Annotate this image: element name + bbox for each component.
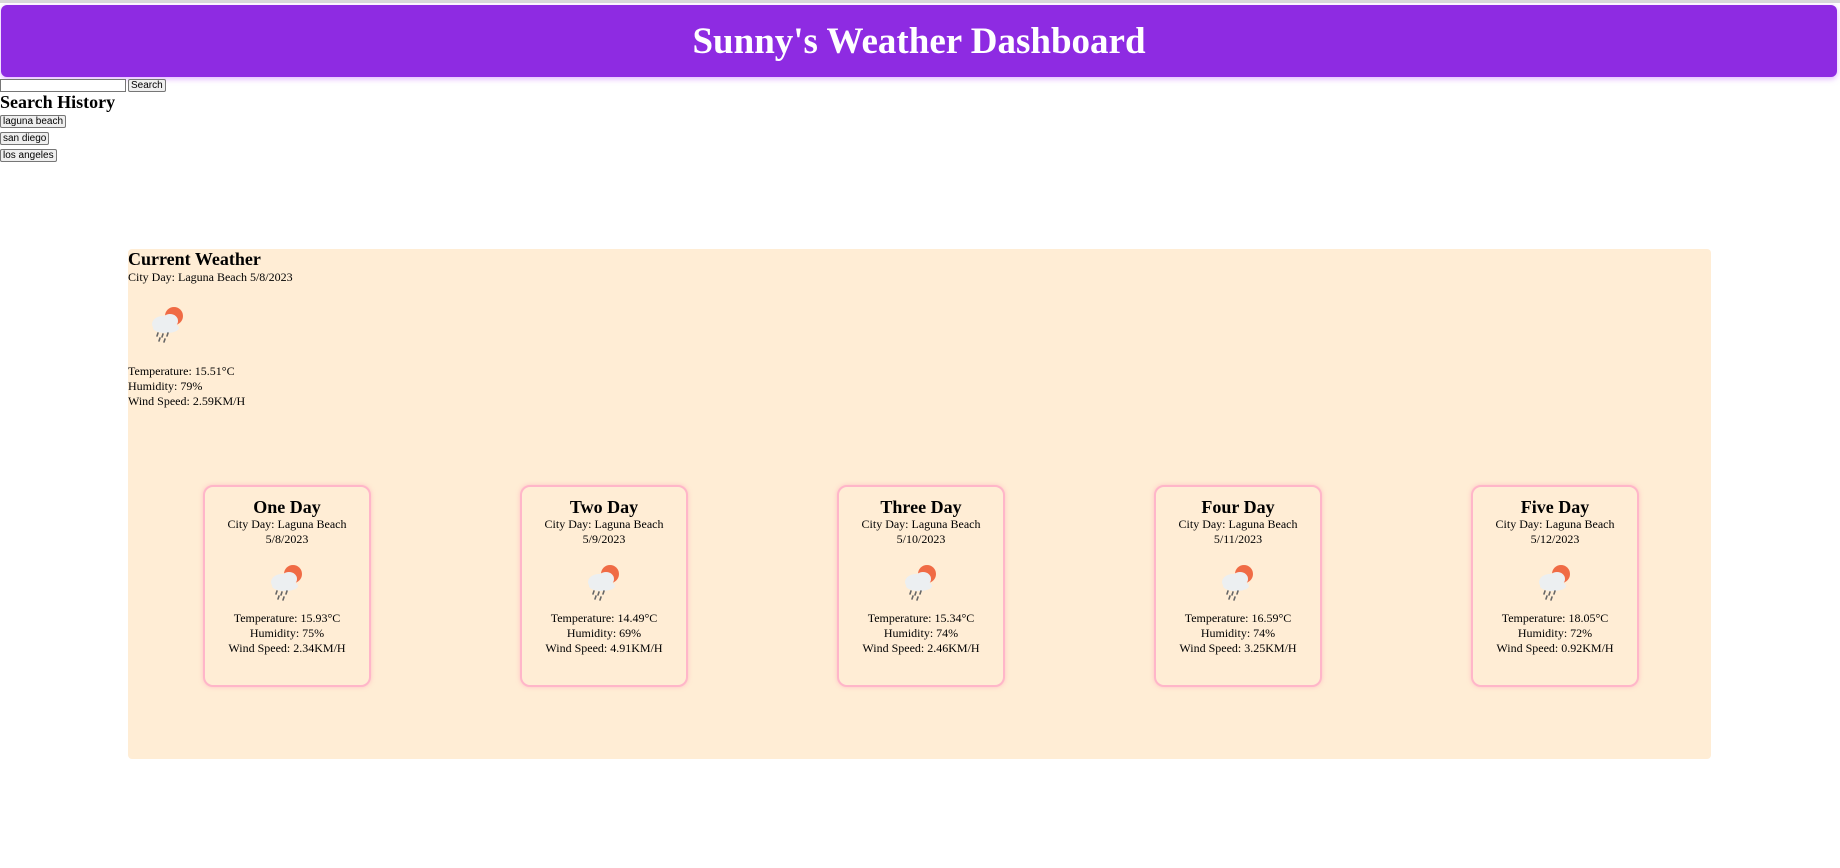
forecast-title: Two Day xyxy=(569,497,639,517)
forecast-card-one-day: One Day City Day: Laguna Beach 5/8/2023 … xyxy=(203,485,371,687)
page-title: Sunny's Weather Dashboard xyxy=(692,20,1146,62)
forecast-card-four-day: Four Day City Day: Laguna Beach 5/11/202… xyxy=(1154,485,1322,687)
forecast-date: 5/9/2023 xyxy=(582,532,626,546)
forecast-city-day: City Day: Laguna Beach xyxy=(861,517,981,531)
forecast-card-three-day: Three Day City Day: Laguna Beach 5/10/20… xyxy=(837,485,1005,687)
forecast-wind-speed: Wind Speed: 2.34KM/H xyxy=(228,641,346,655)
history-item-los-angeles[interactable]: los angeles xyxy=(0,149,57,162)
forecast-temperature: Temperature: 18.05°C xyxy=(1501,611,1609,625)
forecast-temperature: Temperature: 14.49°C xyxy=(550,611,658,625)
current-temperature: Temperature: 15.51°C xyxy=(128,364,235,378)
current-wind-speed: Wind Speed: 2.59KM/H xyxy=(128,394,246,408)
forecast-date: 5/8/2023 xyxy=(265,532,309,546)
search-input[interactable] xyxy=(0,79,126,92)
search-button[interactable]: Search xyxy=(128,79,166,92)
forecast-wind-speed: Wind Speed: 2.46KM/H xyxy=(862,641,980,655)
top-divider xyxy=(0,0,1840,3)
rain-cloud-sun-icon xyxy=(152,307,183,343)
forecast-wind-speed: Wind Speed: 4.91KM/H xyxy=(545,641,663,655)
forecast-temperature: Temperature: 15.34°C xyxy=(867,611,975,625)
rain-cloud-sun-icon xyxy=(1222,565,1253,601)
current-weather-title: Current Weather xyxy=(128,249,261,269)
search-bar: Search xyxy=(0,79,166,92)
forecast-temperature: Temperature: 15.93°C xyxy=(233,611,341,625)
forecast-title: One Day xyxy=(253,497,321,517)
forecast-temperature: Temperature: 16.59°C xyxy=(1184,611,1292,625)
forecast-card-five-day: Five Day City Day: Laguna Beach 5/12/202… xyxy=(1471,485,1639,687)
forecast-date: 5/12/2023 xyxy=(1530,532,1580,546)
forecast-humidity: Humidity: 69% xyxy=(566,626,642,640)
rain-cloud-sun-icon xyxy=(588,565,619,601)
search-history-list: laguna beach san diego los angeles xyxy=(0,115,67,162)
forecast-city-day: City Day: Laguna Beach xyxy=(1495,517,1615,531)
rain-cloud-sun-icon xyxy=(905,565,936,601)
forecast-humidity: Humidity: 72% xyxy=(1517,626,1593,640)
search-history-title: Search History xyxy=(0,92,116,112)
forecast-city-day: City Day: Laguna Beach xyxy=(544,517,664,531)
forecast-city-day: City Day: Laguna Beach xyxy=(227,517,347,531)
current-humidity: Humidity: 79% xyxy=(128,379,203,393)
forecast-date: 5/11/2023 xyxy=(1213,532,1263,546)
forecast-wind-speed: Wind Speed: 3.25KM/H xyxy=(1179,641,1297,655)
forecast-date: 5/10/2023 xyxy=(896,532,946,546)
history-item-laguna-beach[interactable]: laguna beach xyxy=(0,115,67,128)
forecast-card-two-day: Two Day City Day: Laguna Beach 5/9/2023 … xyxy=(520,485,688,687)
forecast-humidity: Humidity: 74% xyxy=(883,626,959,640)
history-item-san-diego[interactable]: san diego xyxy=(0,132,50,145)
current-city-day: City Day: Laguna Beach 5/8/2023 xyxy=(128,270,293,284)
forecast-title: Three Day xyxy=(880,497,962,517)
forecast-title: Five Day xyxy=(1520,497,1590,517)
dashboard-header: Sunny's Weather Dashboard xyxy=(1,5,1837,77)
rain-cloud-sun-icon xyxy=(271,565,302,601)
forecast-title: Four Day xyxy=(1201,497,1275,517)
forecast-humidity: Humidity: 74% xyxy=(1200,626,1276,640)
forecast-city-day: City Day: Laguna Beach xyxy=(1178,517,1298,531)
rain-cloud-sun-icon xyxy=(1539,565,1570,601)
forecast-humidity: Humidity: 75% xyxy=(249,626,325,640)
forecast-wind-speed: Wind Speed: 0.92KM/H xyxy=(1496,641,1614,655)
